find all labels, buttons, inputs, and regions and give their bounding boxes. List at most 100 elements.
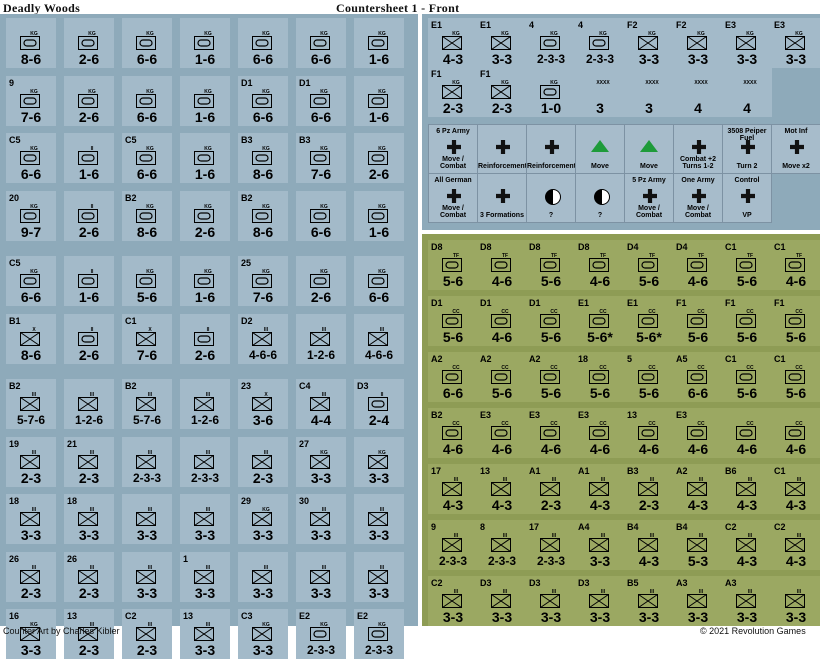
german-counter[interactable]: III 2-3 [238, 436, 288, 487]
us-counter[interactable]: B6 III 4-3 [722, 464, 772, 514]
german-counter[interactable]: III 4-6-6 [354, 313, 404, 364]
us-counter[interactable]: 9 III 2-3-3 [428, 520, 478, 570]
german-counter[interactable]: III 1-2-6 [296, 313, 346, 364]
us-counter[interactable]: A2 CC 6-6 [428, 352, 478, 402]
german-counter[interactable]: D1 KG 6-6 [296, 75, 346, 126]
german-counter[interactable]: E3 KG 3-3 [771, 18, 820, 68]
german-counter[interactable]: B1 X 8-6 [6, 313, 56, 364]
us-counter[interactable]: C2 III 4-3 [771, 520, 820, 570]
german-counter[interactable]: B2 III 5-7-6 [122, 379, 172, 429]
german-counter[interactable]: F2 KG 3-3 [673, 18, 723, 68]
german-counter[interactable]: III 3-3 [180, 494, 230, 544]
german-counter[interactable]: C5 KG 6-6 [6, 133, 56, 183]
german-counter[interactable]: III 3-3 [238, 551, 288, 602]
german-counter[interactable]: KG 1-6 [180, 18, 230, 68]
game-marker[interactable]: 3 Formations [477, 173, 527, 223]
us-counter[interactable]: B4 III 4-3 [624, 520, 674, 570]
german-counter[interactable]: III 1-2-6 [180, 379, 230, 429]
us-counter[interactable]: C1 CC 5-6 [722, 352, 772, 402]
game-marker[interactable]: Reinforcement [526, 124, 576, 174]
german-counter[interactable]: 25 KG 7-6 [238, 256, 288, 306]
us-counter[interactable]: B5 III 3-3 [624, 576, 674, 626]
german-counter[interactable]: II 2-6 [180, 313, 230, 364]
german-counter[interactable]: KG 2-6 [64, 75, 114, 126]
us-counter[interactable]: A1 III 4-3 [575, 464, 625, 514]
german-counter[interactable]: C2 III 2-3 [122, 609, 172, 659]
us-counter[interactable]: 5 CC 5-6 [624, 352, 674, 402]
german-counter[interactable]: C5 KG 6-6 [122, 133, 172, 183]
german-counter[interactable]: 9 KG 7-6 [6, 75, 56, 126]
german-counter[interactable]: 21 III 2-3 [64, 436, 114, 487]
german-counter[interactable]: KG 1-6 [180, 256, 230, 306]
german-counter[interactable]: III 3-3 [354, 551, 404, 602]
us-counter[interactable]: D8 TF 4-6 [477, 240, 527, 290]
us-counter[interactable]: 8 III 2-3-3 [477, 520, 527, 570]
german-counter[interactable]: XXXX 3 [624, 67, 674, 117]
german-counter[interactable]: 23 X 3-6 [238, 379, 288, 429]
german-counter[interactable]: 18 III 3-3 [64, 494, 114, 544]
german-counter[interactable]: 1 III 3-3 [180, 551, 230, 602]
german-counter[interactable]: B2 KG 8-6 [238, 190, 288, 241]
game-marker[interactable]: Move [575, 124, 625, 174]
german-counter[interactable]: III 3-3 [296, 551, 346, 602]
german-counter[interactable]: 29 KG 3-3 [238, 494, 288, 544]
us-counter[interactable]: III 3-3 [771, 576, 820, 626]
us-counter[interactable]: D4 TF 4-6 [673, 240, 723, 290]
game-marker[interactable]: ? [526, 173, 576, 223]
german-counter[interactable]: D2 III 4-6-6 [238, 313, 288, 364]
german-counter[interactable]: 27 KG 3-3 [296, 436, 346, 487]
german-counter[interactable]: F1 KG 2-3 [428, 67, 478, 117]
german-counter[interactable]: 20 KG 9-7 [6, 190, 56, 241]
german-counter[interactable]: D3 II 2-4 [354, 379, 404, 429]
us-counter[interactable]: D1 CC 5-6 [526, 296, 576, 346]
german-counter[interactable]: C5 KG 6-6 [6, 256, 56, 306]
us-counter[interactable]: A2 CC 5-6 [526, 352, 576, 402]
german-counter[interactable]: KG 5-6 [122, 256, 172, 306]
german-counter[interactable]: F2 KG 3-3 [624, 18, 674, 68]
german-counter[interactable]: E2 KG 2-3-3 [296, 609, 346, 659]
us-counter[interactable]: F1 CC 5-6 [722, 296, 772, 346]
us-counter[interactable]: A3 III 3-3 [722, 576, 772, 626]
german-counter[interactable]: II 1-6 [64, 133, 114, 183]
german-counter[interactable]: F1 KG 2-3 [477, 67, 527, 117]
game-marker[interactable]: One Army Move / Combat [673, 173, 723, 223]
german-counter[interactable]: KG 2-6 [296, 256, 346, 306]
german-counter[interactable]: XXXX 4 [673, 67, 723, 117]
german-counter[interactable]: B2 III 5-7-6 [6, 379, 56, 429]
german-counter[interactable]: KG 6-6 [354, 256, 404, 306]
us-counter[interactable]: A2 III 4-3 [673, 464, 723, 514]
german-counter[interactable]: XXXX 4 [722, 67, 772, 117]
us-counter[interactable]: F1 CC 5-6 [673, 296, 723, 346]
us-counter[interactable]: 17 III 4-3 [428, 464, 478, 514]
game-marker[interactable]: Move [624, 124, 674, 174]
us-counter[interactable]: A5 CC 6-6 [673, 352, 723, 402]
german-counter[interactable]: KG 1-6 [354, 190, 404, 241]
german-counter[interactable]: KG 1-6 [180, 75, 230, 126]
german-counter[interactable]: KG 3-3 [354, 436, 404, 487]
german-counter[interactable]: B2 KG 8-6 [122, 190, 172, 241]
us-counter[interactable]: E3 CC 4-6 [673, 408, 723, 458]
us-counter[interactable]: D8 TF 5-6 [526, 240, 576, 290]
us-counter[interactable]: E3 CC 4-6 [477, 408, 527, 458]
us-counter[interactable]: A2 CC 5-6 [477, 352, 527, 402]
german-counter[interactable]: KG 2-6 [354, 133, 404, 183]
game-marker[interactable]: Reinforcement [477, 124, 527, 174]
german-counter[interactable]: III 3-3 [122, 494, 172, 544]
us-counter[interactable]: A4 III 3-3 [575, 520, 625, 570]
game-marker[interactable]: 6 Pz Army Move / Combat [428, 124, 478, 174]
german-counter[interactable]: KG 1-6 [354, 75, 404, 126]
us-counter[interactable]: A3 III 3-3 [673, 576, 723, 626]
game-marker[interactable]: 5 Pz Army Move / Combat [624, 173, 674, 223]
german-counter[interactable]: 4 KG 2-3-3 [575, 18, 625, 68]
us-counter[interactable]: 17 III 2-3-3 [526, 520, 576, 570]
german-counter[interactable]: 26 III 2-3 [6, 551, 56, 602]
us-counter[interactable]: 13 III 4-3 [477, 464, 527, 514]
german-counter[interactable]: 4 KG 2-3-3 [526, 18, 576, 68]
us-counter[interactable]: CC 4-6 [722, 408, 772, 458]
german-counter[interactable]: KG 6-6 [296, 18, 346, 68]
german-counter[interactable]: II 2-6 [64, 190, 114, 241]
us-counter[interactable]: C1 III 4-3 [771, 464, 820, 514]
german-counter[interactable]: XXXX 3 [575, 67, 625, 117]
german-counter[interactable]: 30 III 3-3 [296, 494, 346, 544]
german-counter[interactable]: II 2-6 [64, 313, 114, 364]
